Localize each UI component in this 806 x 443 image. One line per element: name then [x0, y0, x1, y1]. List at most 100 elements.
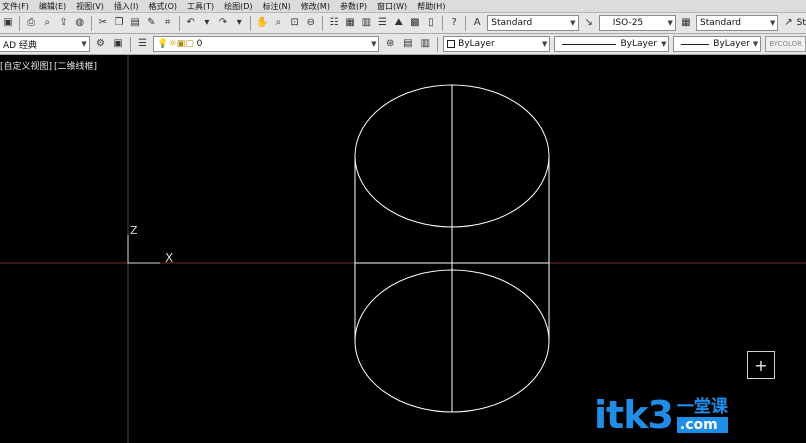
pan-icon[interactable]: ✋	[255, 15, 269, 31]
markup-set-icon[interactable]: ⛰	[392, 15, 406, 31]
cut-icon[interactable]: ✂	[96, 15, 110, 31]
zoom-realtime-icon[interactable]: ⌕	[271, 15, 285, 31]
workspace-value: AD 经典	[3, 40, 37, 51]
watermark-cn: 一堂课	[676, 397, 728, 417]
save-icon[interactable]: ▣	[1, 15, 15, 31]
layer-states-icon[interactable]: ▥	[418, 36, 434, 52]
properties-icon[interactable]: ☷	[327, 15, 341, 31]
redo-icon[interactable]: ↷	[216, 15, 230, 31]
customize-icon[interactable]: ▣	[110, 36, 126, 52]
multileader-style-icon[interactable]: ↗	[781, 15, 795, 31]
text-style-select[interactable]: Standard ▼	[487, 15, 579, 31]
chevron-down-icon: ▼	[81, 40, 87, 48]
cylinder-wireframe	[354, 84, 550, 413]
color-value: ByLayer	[458, 39, 495, 49]
make-layer-current-icon[interactable]: ⊛	[382, 36, 398, 52]
print-icon[interactable]: ⎙	[24, 15, 38, 31]
watermark-side: 一堂课 .com	[676, 397, 728, 433]
dim-style-icon[interactable]: ↘	[582, 15, 596, 31]
dim-style-select[interactable]: ISO-25 ▼	[598, 15, 676, 31]
color-value-wrap: ByLayer	[447, 39, 495, 49]
menu-item[interactable]: 视图(V)	[74, 1, 112, 12]
text-style-icon[interactable]: A	[470, 15, 484, 31]
menu-item[interactable]: 工具(T)	[185, 1, 222, 12]
undo-icon[interactable]: ↶	[184, 15, 198, 31]
menu-item[interactable]: 参数(P)	[338, 1, 375, 12]
menu-item[interactable]: 编辑(E)	[37, 1, 74, 12]
menu-item[interactable]: 插入(I)	[112, 1, 147, 12]
chevron-down-icon: ▼	[661, 40, 667, 48]
copy-icon[interactable]: ❐	[112, 15, 126, 31]
menu-item[interactable]: 窗口(W)	[375, 1, 415, 12]
toolbar-separator	[250, 15, 252, 31]
menu-item[interactable]: 帮助(H)	[415, 1, 453, 12]
lineweight-sample	[681, 43, 710, 45]
lineweight-value: ByLayer	[713, 39, 750, 49]
chevron-down-icon: ▼	[570, 19, 576, 27]
layer-previous-icon[interactable]: ▤	[400, 36, 416, 52]
drawing-viewport[interactable]: [自定义视图] [二维线框] Z X + itk3 一堂课 .com	[0, 55, 806, 443]
ucs-icon	[127, 235, 160, 264]
3d-dwf-icon[interactable]: ◍	[73, 15, 87, 31]
menu-item[interactable]: 格式(O)	[146, 1, 185, 12]
print-preview-icon[interactable]: ⌕	[40, 15, 54, 31]
multileader-style-overflow[interactable]: St	[797, 18, 806, 28]
lineweight-select[interactable]: ByLayer ▼	[673, 36, 762, 52]
linetype-sample	[562, 43, 617, 45]
toolbar-separator	[129, 36, 131, 52]
table-style-select[interactable]: Standard ▼	[696, 15, 779, 31]
navigation-plus-button[interactable]: +	[747, 351, 775, 379]
workspace-settings-icon[interactable]: ⚙	[93, 36, 109, 52]
table-style-value: Standard	[700, 18, 741, 28]
watermark-logo: itk3 一堂课 .com	[594, 393, 728, 437]
watermark-com: .com	[676, 417, 728, 433]
menu-bar: 文件(F) 编辑(E) 视图(V) 插入(I) 格式(O) 工具(T) 绘图(D) 标注(N)…	[0, 0, 806, 13]
chevron-down-icon: ▼	[667, 19, 673, 27]
toolbar-separator	[437, 36, 439, 52]
menu-item[interactable]: 文件(F)	[0, 1, 37, 12]
sheet-set-icon[interactable]: ☰	[375, 15, 389, 31]
menu-item[interactable]: 绘图(D)	[222, 1, 260, 12]
dim-style-value: ISO-25	[612, 18, 644, 28]
toolbar-separator	[442, 15, 444, 31]
tool-palettes-icon[interactable]: ▥	[359, 15, 373, 31]
match-properties-icon[interactable]: ✎	[144, 15, 158, 31]
calculator-icon[interactable]: ▯	[424, 15, 438, 31]
menu-item[interactable]: 修改(M)	[299, 1, 338, 12]
paste-icon[interactable]: ▤	[128, 15, 142, 31]
color-select[interactable]: ByLayer ▼	[443, 36, 551, 52]
ucs-x-label: X	[165, 251, 174, 265]
redo-dropdown-icon[interactable]: ▾	[232, 15, 246, 31]
standard-toolbar: ▣ ⎙ ⌕ ⇪ ◍ ✂ ❐ ▤ ✎ ⌗ ↶ ▾ ↷ ▾ ✋ ⌕ ⊡ ⊖ ☷ ▦ …	[0, 13, 806, 34]
quickcalc-icon[interactable]: ▩	[408, 15, 422, 31]
workspace-layers-toolbar: AD 经典 ▼ ⚙ ▣ ☰ 💡☼▣▢ 0 ▼ ⊛ ▤ ▥ ByLayer ▼ B…	[0, 34, 806, 55]
layer-select[interactable]: 💡☼▣▢ 0 ▼	[153, 36, 380, 52]
publish-icon[interactable]: ⇪	[56, 15, 70, 31]
zoom-window-icon[interactable]: ⊡	[288, 15, 302, 31]
color-swatch	[447, 40, 456, 48]
chevron-down-icon: ▼	[371, 40, 377, 48]
zoom-previous-icon[interactable]: ⊖	[304, 15, 318, 31]
chevron-down-icon: ▼	[542, 40, 548, 48]
linetype-select[interactable]: ByLayer ▼	[554, 36, 670, 52]
layer-name: 0	[196, 39, 203, 49]
menu-item[interactable]: 标注(N)	[261, 1, 299, 12]
help-icon[interactable]: ?	[447, 15, 461, 31]
toolbar-separator	[465, 15, 467, 31]
undo-dropdown-icon[interactable]: ▾	[200, 15, 214, 31]
toolbar-separator	[19, 15, 21, 31]
plot-style-select[interactable]: BYCOLOR	[765, 36, 806, 52]
chevron-down-icon: ▼	[752, 40, 759, 48]
ucs-z-label: Z	[130, 224, 138, 237]
chevron-down-icon: ▼	[770, 19, 776, 27]
text-style-value: Standard	[491, 18, 533, 28]
design-center-icon[interactable]: ▦	[343, 15, 357, 31]
block-editor-icon[interactable]: ⌗	[160, 15, 174, 31]
model-space-canvas	[0, 55, 806, 443]
toolbar-separator	[178, 15, 180, 31]
table-style-icon[interactable]: ▦	[679, 15, 693, 31]
plot-style-value: BYCOLOR	[769, 40, 802, 48]
linetype-value: ByLayer	[620, 39, 658, 49]
workspace-select[interactable]: AD 经典 ▼	[0, 36, 90, 52]
layer-manager-icon[interactable]: ☰	[135, 36, 151, 52]
